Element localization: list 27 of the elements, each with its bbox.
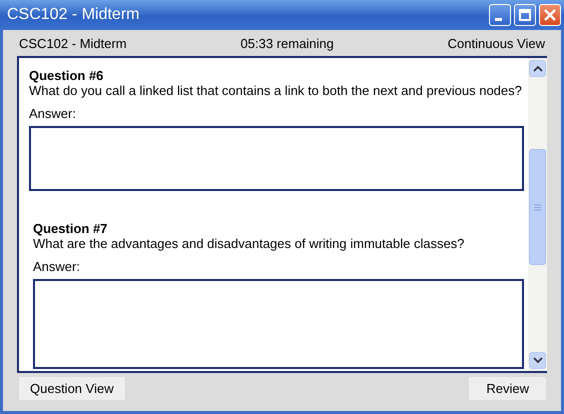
answer-label: Answer: [33,259,81,274]
question-text: What do you call a linked list that contains a link to both the next and previous nodes? [29,83,523,98]
scroll-down-button[interactable] [529,352,546,369]
question-view-button[interactable]: Question View [19,377,125,400]
view-mode-label: Continuous View [448,36,545,50]
minimize-button[interactable] [489,4,511,26]
minimize-icon [495,18,502,21]
grip-icon [534,204,541,210]
scroll-thumb[interactable] [529,149,546,265]
window-title: CSC102 - Midterm [7,6,140,24]
close-button[interactable] [539,4,561,26]
answer-box[interactable] [29,126,524,191]
question-title: Question #7 [33,221,108,236]
close-icon [543,8,557,22]
question-title: Question #6 [29,68,104,83]
maximize-icon [518,8,532,22]
scroll-up-button[interactable] [529,60,546,77]
chevron-up-icon [532,65,542,72]
scrollbar[interactable] [528,58,547,371]
maximize-button[interactable] [514,4,536,26]
question-text: What are the advantages and disadvantages of writing immutable classes? [33,236,466,251]
review-button[interactable]: Review [469,377,546,400]
exam-name: CSC102 - Midterm [19,36,127,50]
answer-box[interactable] [33,279,524,369]
chevron-down-icon [532,357,542,364]
answer-label: Answer: [29,106,77,121]
timer-text: 05:33 remaining [240,36,334,50]
